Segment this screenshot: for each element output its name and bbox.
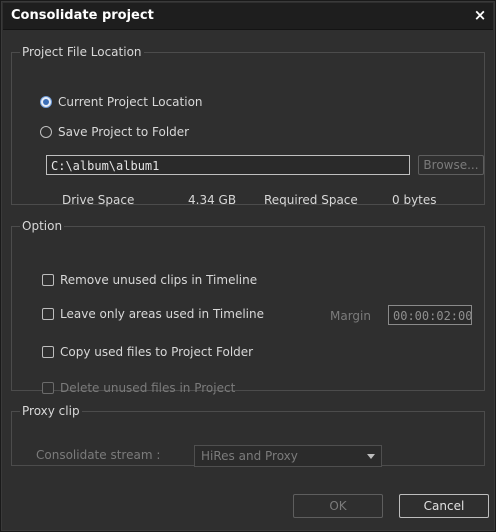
ok-button[interactable]: OK bbox=[293, 494, 383, 518]
save-project-to-folder-radio[interactable]: Save Project to Folder bbox=[40, 125, 189, 139]
consolidate-stream-label: Consolidate stream : bbox=[36, 448, 161, 462]
copy-used-files-label: Copy used files to Project Folder bbox=[60, 345, 254, 359]
current-project-location-label: Current Project Location bbox=[58, 95, 203, 109]
checkbox-icon bbox=[42, 274, 54, 286]
delete-unused-files-checkbox[interactable]: Delete unused files in Project bbox=[42, 381, 235, 395]
browse-button[interactable]: Browse... bbox=[418, 155, 484, 175]
title-bar: Consolidate project × bbox=[3, 3, 493, 30]
checkbox-icon bbox=[42, 346, 54, 358]
project-folder-path-input[interactable]: C:\album\album1 bbox=[46, 155, 410, 175]
project-file-location-group: Project File Location Current Project Lo… bbox=[11, 45, 485, 207]
checkbox-icon bbox=[42, 308, 54, 320]
consolidate-stream-select[interactable]: HiRes and Proxy bbox=[194, 445, 382, 467]
margin-label: Margin bbox=[330, 309, 371, 323]
drive-space-label: Drive Space bbox=[62, 193, 135, 207]
proxy-clip-group: Proxy clip Consolidate stream : HiRes an… bbox=[11, 404, 485, 467]
required-space-value: 0 bytes bbox=[392, 193, 437, 207]
radio-selected-icon bbox=[40, 96, 52, 108]
delete-unused-files-label: Delete unused files in Project bbox=[60, 381, 236, 395]
current-project-location-radio[interactable]: Current Project Location bbox=[40, 95, 203, 109]
drive-space-value: 4.34 GB bbox=[188, 193, 237, 207]
option-group: Option Remove unused clips in Timeline L… bbox=[11, 219, 485, 395]
option-legend: Option bbox=[22, 219, 63, 233]
leave-only-areas-checkbox[interactable]: Leave only areas used in Timeline bbox=[42, 307, 264, 321]
consolidate-project-dialog: Consolidate project × Project File Locat… bbox=[0, 0, 496, 532]
checkbox-icon bbox=[42, 382, 54, 394]
chevron-down-icon bbox=[367, 454, 375, 459]
remove-unused-clips-label: Remove unused clips in Timeline bbox=[60, 273, 258, 287]
copy-used-files-checkbox[interactable]: Copy used files to Project Folder bbox=[42, 345, 253, 359]
project-file-location-legend: Project File Location bbox=[22, 45, 142, 59]
save-project-to-folder-label: Save Project to Folder bbox=[58, 125, 190, 139]
dialog-title: Consolidate project bbox=[11, 8, 154, 23]
radio-unselected-icon bbox=[40, 126, 52, 138]
close-icon[interactable]: × bbox=[473, 6, 487, 24]
leave-only-areas-label: Leave only areas used in Timeline bbox=[60, 307, 264, 321]
proxy-clip-legend: Proxy clip bbox=[22, 404, 80, 418]
required-space-label: Required Space bbox=[264, 193, 358, 207]
cancel-button[interactable]: Cancel bbox=[399, 494, 489, 518]
remove-unused-clips-checkbox[interactable]: Remove unused clips in Timeline bbox=[42, 273, 257, 287]
consolidate-stream-selected: HiRes and Proxy bbox=[201, 449, 298, 463]
margin-timecode-input[interactable]: 00:00:02:00 bbox=[388, 305, 472, 325]
